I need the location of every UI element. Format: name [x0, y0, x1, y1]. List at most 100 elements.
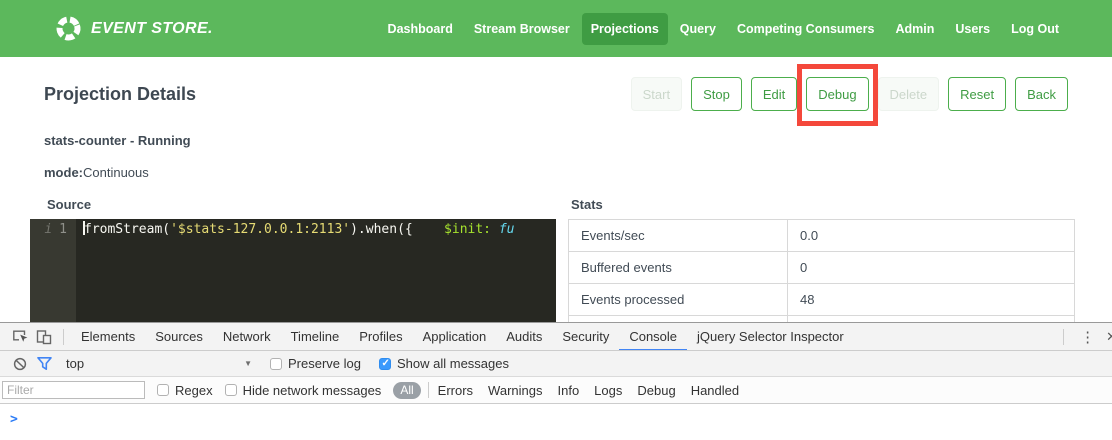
- nav-item-dashboard[interactable]: Dashboard: [379, 13, 462, 45]
- gutter-info-marker: i: [44, 220, 52, 322]
- top-nav-bar: EVENT STORE. Dashboard Stream Browser Pr…: [0, 0, 1112, 57]
- divider: [63, 329, 64, 345]
- filter-levels: Errors Warnings Info Logs Debug Handled: [438, 383, 739, 398]
- main-nav: Dashboard Stream Browser Projections Que…: [379, 13, 1068, 45]
- tab-profiles[interactable]: Profiles: [349, 323, 412, 350]
- table-row: Events processed 48: [569, 284, 1074, 316]
- console-filter-bar: Regex Hide network messages All Errors W…: [0, 377, 1112, 404]
- filter-level-info[interactable]: Info: [557, 383, 579, 398]
- checkbox[interactable]: [270, 358, 282, 370]
- code-plain: ).when({: [350, 222, 413, 237]
- hide-network-messages-checkbox[interactable]: Hide network messages: [225, 383, 382, 398]
- checkbox[interactable]: [157, 384, 169, 396]
- table-row: Events/sec 0.0: [569, 220, 1074, 252]
- code-keyword: $init:: [444, 222, 491, 237]
- mode-label: mode:: [44, 165, 83, 180]
- stats-section: Stats Events/sec 0.0 Buffered events 0 E…: [568, 197, 1075, 322]
- stat-name: Buffered events: [569, 252, 788, 283]
- code-editor[interactable]: i 1 fromStream('$stats-127.0.0.1:2113').…: [30, 219, 556, 322]
- filter-level-warnings[interactable]: Warnings: [488, 383, 542, 398]
- line-number: 1: [59, 220, 67, 322]
- nav-item-projections[interactable]: Projections: [582, 13, 668, 45]
- page-title: Projection Details: [44, 84, 196, 105]
- tab-security[interactable]: Security: [552, 323, 619, 350]
- brand-title: EVENT STORE.: [91, 20, 213, 38]
- tab-console[interactable]: Console: [619, 323, 687, 351]
- preserve-log-checkbox[interactable]: Preserve log: [270, 356, 361, 371]
- code-spacing: [413, 222, 444, 237]
- checkbox[interactable]: [225, 384, 237, 396]
- tab-audits[interactable]: Audits: [496, 323, 552, 350]
- divider: [428, 382, 429, 398]
- code-line[interactable]: fromStream('$stats-127.0.0.1:2113').when…: [76, 219, 556, 322]
- filter-icon[interactable]: [32, 352, 56, 376]
- close-devtools-icon[interactable]: ✕: [1104, 329, 1112, 345]
- action-buttons: Start Stop Edit Debug Delete Reset Back: [631, 77, 1068, 111]
- tab-elements[interactable]: Elements: [71, 323, 145, 350]
- edit-button[interactable]: Edit: [751, 77, 797, 111]
- code-spacing: [491, 222, 499, 237]
- stat-name: Events/sec: [569, 220, 788, 251]
- nav-item-stream-browser[interactable]: Stream Browser: [465, 13, 579, 45]
- tab-application[interactable]: Application: [413, 323, 497, 350]
- show-all-messages-checkbox[interactable]: Show all messages: [379, 356, 509, 371]
- stop-button[interactable]: Stop: [691, 77, 742, 111]
- main-content: Projection Details Start Stop Edit Debug…: [0, 57, 1112, 322]
- brand[interactable]: EVENT STORE.: [55, 15, 213, 42]
- code-string: '$stats-127.0.0.1:2113': [170, 222, 350, 237]
- console-output[interactable]: >: [0, 404, 1112, 440]
- console-prompt-icon[interactable]: >: [10, 412, 18, 427]
- filter-level-handled[interactable]: Handled: [691, 383, 739, 398]
- nav-item-log-out[interactable]: Log Out: [1002, 13, 1068, 45]
- regex-checkbox[interactable]: Regex: [157, 383, 213, 398]
- chevron-down-icon: ▼: [244, 359, 252, 368]
- nav-item-competing-consumers[interactable]: Competing Consumers: [728, 13, 884, 45]
- debug-button[interactable]: Debug: [806, 77, 868, 111]
- filter-input[interactable]: [2, 381, 145, 399]
- start-button[interactable]: Start: [631, 77, 682, 111]
- filter-level-logs[interactable]: Logs: [594, 383, 622, 398]
- execution-context-selector[interactable]: top ▼: [66, 356, 252, 371]
- editor-gutter: i 1: [30, 219, 76, 322]
- tab-network[interactable]: Network: [213, 323, 281, 350]
- event-store-logo-icon: [55, 15, 82, 42]
- devtools-tab-bar: Elements Sources Network Timeline Profil…: [0, 323, 1112, 351]
- device-toolbar-icon[interactable]: [32, 325, 56, 349]
- nav-item-admin[interactable]: Admin: [886, 13, 943, 45]
- stat-value: 0.0: [788, 220, 1074, 251]
- stat-value: 48: [788, 284, 1074, 315]
- filter-level-errors[interactable]: Errors: [438, 383, 473, 398]
- divider: [1063, 329, 1064, 345]
- tab-jquery-selector-inspector[interactable]: jQuery Selector Inspector: [687, 323, 854, 350]
- back-button[interactable]: Back: [1015, 77, 1068, 111]
- preserve-log-label: Preserve log: [288, 356, 361, 371]
- devtools-menu-icon[interactable]: ⋮: [1071, 328, 1104, 346]
- filter-level-all[interactable]: All: [393, 382, 420, 399]
- delete-button[interactable]: Delete: [878, 77, 940, 111]
- checkbox[interactable]: [379, 358, 391, 370]
- regex-label: Regex: [175, 383, 213, 398]
- nav-item-users[interactable]: Users: [946, 13, 999, 45]
- source-heading: Source: [30, 197, 556, 212]
- code-function-keyword: fu: [499, 222, 515, 237]
- stat-name: Events processed: [569, 284, 788, 315]
- projection-name-status: stats-counter - Running: [0, 133, 1112, 148]
- code-plain: fromStream(: [84, 222, 170, 237]
- show-all-messages-label: Show all messages: [397, 356, 509, 371]
- tab-timeline[interactable]: Timeline: [281, 323, 350, 350]
- stats-heading: Stats: [568, 197, 1075, 212]
- filter-level-debug[interactable]: Debug: [637, 383, 675, 398]
- projection-mode: mode:Continuous: [0, 165, 1112, 180]
- table-row: Buffered events 0: [569, 252, 1074, 284]
- tab-sources[interactable]: Sources: [145, 323, 213, 350]
- stats-table: Events/sec 0.0 Buffered events 0 Events …: [568, 219, 1075, 322]
- inspect-element-icon[interactable]: [8, 325, 32, 349]
- console-toolbar: top ▼ Preserve log Show all messages: [0, 351, 1112, 377]
- nav-item-query[interactable]: Query: [671, 13, 725, 45]
- hide-network-messages-label: Hide network messages: [243, 383, 382, 398]
- clear-console-icon[interactable]: [8, 352, 32, 376]
- reset-button[interactable]: Reset: [948, 77, 1006, 111]
- source-section: Source i 1 fromStream('$stats-127.0.0.1:…: [30, 197, 556, 322]
- context-value: top: [66, 356, 244, 371]
- stat-value: 0: [788, 252, 1074, 283]
